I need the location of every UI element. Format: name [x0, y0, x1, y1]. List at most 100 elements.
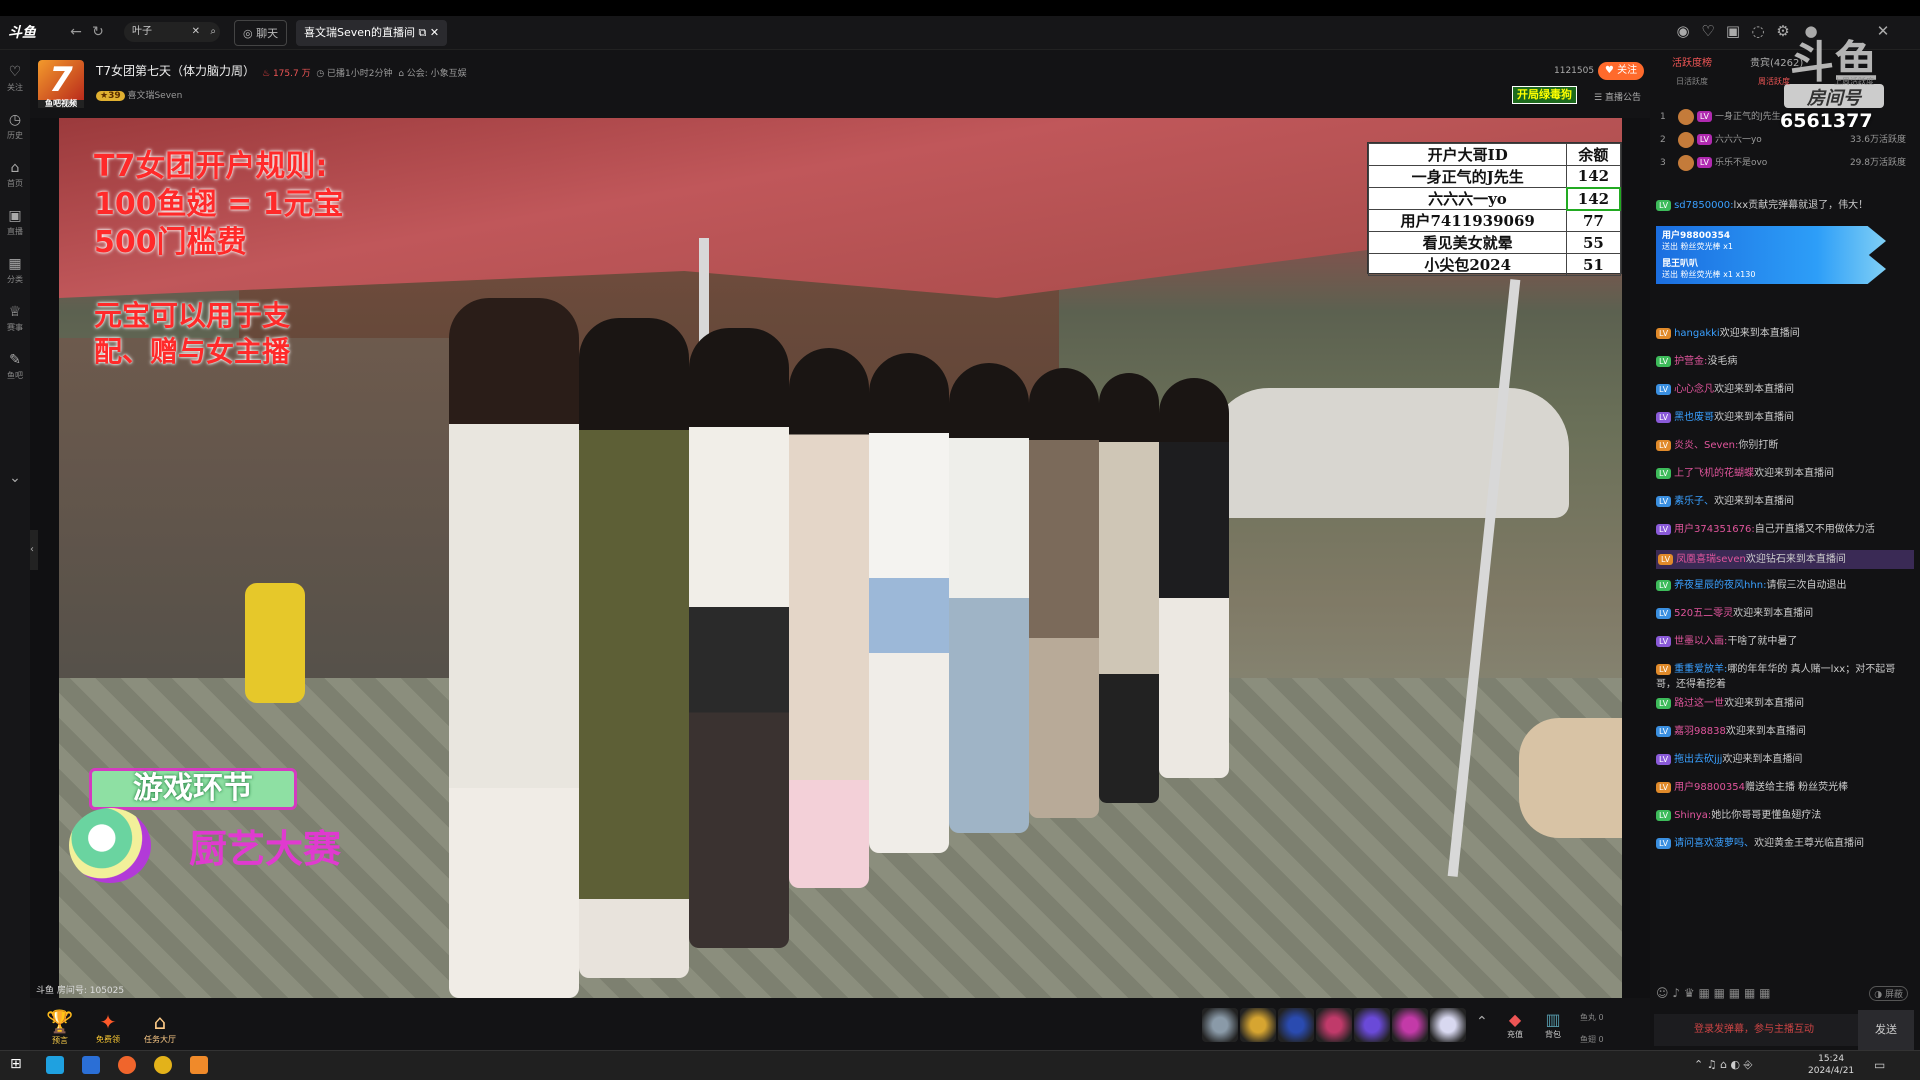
speaker-icon[interactable]: ♪: [1672, 986, 1680, 1000]
chat-input[interactable]: 登录发弹幕，参与主播互动: [1654, 1014, 1858, 1046]
message-icon[interactable]: ◌: [1747, 20, 1769, 42]
announcement-link[interactable]: ☰ 直播公告: [1594, 90, 1641, 103]
search-input[interactable]: 叶子 ✕ ⌕: [124, 22, 220, 42]
collapse-icon[interactable]: ⌄: [2, 470, 28, 506]
room-avatar[interactable]: 7 鱼吧视频: [38, 60, 84, 108]
chat-nick[interactable]: 心心念凡: [1674, 384, 1714, 395]
chat-message[interactable]: LV 养夜星辰的夜风hhn:请假三次自动退出: [1656, 578, 1914, 593]
gift-banner[interactable]: 昆王叭叭 送出 粉丝荧光棒 x1 x130: [1656, 254, 1886, 284]
search-icon[interactable]: ⌕: [210, 22, 216, 42]
tool-icon[interactable]: ▦: [1759, 986, 1770, 1000]
gift-banner[interactable]: 用户98800354 送出 粉丝荧光棒 x1: [1656, 226, 1886, 256]
chat-message[interactable]: LV 炎炎、Seven:你别打断: [1656, 438, 1914, 453]
rail-item[interactable]: ♕ 赛事: [2, 304, 28, 340]
chat-message[interactable]: LV 520五二零灵欢迎来到本直播间: [1656, 606, 1914, 621]
chat-message[interactable]: LV hangakki欢迎来到本直播间: [1656, 326, 1914, 341]
chat-nick[interactable]: sd7850000:: [1674, 200, 1733, 211]
douyu-taskbar-icon[interactable]: [190, 1056, 208, 1074]
edge-icon[interactable]: [46, 1056, 64, 1074]
chat-message[interactable]: LV 世墨以入画:干啥了就中暑了: [1656, 634, 1914, 649]
chat-message[interactable]: LV 拖出去砍jjj欢迎来到本直播间: [1656, 752, 1914, 767]
prophecy-button[interactable]: 🏆 预言: [42, 1010, 78, 1046]
rank-row[interactable]: 1 LV 一身正气的J先生: [1660, 106, 1910, 128]
subtab-week[interactable]: 周活跃度: [1758, 76, 1790, 87]
badge-icon[interactable]: ♛: [1684, 986, 1695, 1000]
rail-item[interactable]: ⌂ 首页: [2, 160, 28, 196]
app-icon[interactable]: [82, 1056, 100, 1074]
chat-nick[interactable]: 请问喜欢菠萝吗、: [1674, 838, 1754, 849]
gift-item-icon[interactable]: [1430, 1008, 1466, 1042]
send-button[interactable]: 发送: [1858, 1010, 1914, 1050]
app-icon[interactable]: [118, 1056, 136, 1074]
rail-item[interactable]: ▣ 直播: [2, 208, 28, 244]
tool-icon[interactable]: ▦: [1744, 986, 1755, 1000]
chat-message[interactable]: LV 凤凰喜瑞seven欢迎钻石来到本直播间: [1656, 550, 1914, 569]
clear-icon[interactable]: ✕: [192, 22, 200, 42]
rail-item[interactable]: ▦ 分类: [2, 256, 28, 292]
chat-message[interactable]: LV sd7850000:lxx贡献完弹幕就退了，伟大！: [1656, 198, 1914, 213]
recharge-button[interactable]: ◆ 充值: [1500, 1010, 1530, 1046]
chat-nick[interactable]: 路过这一世: [1674, 698, 1724, 709]
tool-icon[interactable]: ▦: [1729, 986, 1740, 1000]
chat-message[interactable]: LV 重重爱放羊:哪的年年华的 真人赌一lxx；对不起哥哥，还得着挖着: [1656, 662, 1914, 692]
task-hall-button[interactable]: ⌂ 任务大厅: [138, 1010, 182, 1046]
chat-message[interactable]: LV 上了飞机的花蝴蝶欢迎来到本直播间: [1656, 466, 1914, 481]
chat-nick[interactable]: 凤凰喜瑞seven: [1676, 554, 1746, 565]
chat-nick[interactable]: 用户98800354: [1674, 782, 1745, 793]
gift-item-icon[interactable]: [1392, 1008, 1428, 1042]
tool-icon[interactable]: ▦: [1714, 986, 1725, 1000]
tool-icon[interactable]: ▦: [1698, 986, 1709, 1000]
subtab-lastweek[interactable]: 上周活跃度: [1834, 76, 1874, 87]
windows-start-icon[interactable]: ⊞: [10, 1056, 22, 1072]
follow-button[interactable]: ♥ 关注: [1598, 62, 1644, 80]
calendar-icon[interactable]: ▣: [1722, 20, 1744, 42]
rail-item[interactable]: ◷ 历史: [2, 112, 28, 148]
gift-item-icon[interactable]: [1278, 1008, 1314, 1042]
subtab-day[interactable]: 日活跃度: [1676, 76, 1708, 87]
chat-message[interactable]: LV Shinya:她比你哥哥更懂鱼翅疗法: [1656, 808, 1914, 823]
rank-row[interactable]: 3 LV 乐乐不是ovo 29.8万活跃度: [1660, 152, 1910, 174]
tab-room[interactable]: 喜文瑞Seven的直播间 ⧉ ✕: [296, 20, 448, 46]
free-claim-button[interactable]: ✦ 免费领: [88, 1010, 128, 1046]
tab-chat[interactable]: ◎ 聊天: [234, 20, 288, 46]
chat-message[interactable]: LV 用户98800354赠送给主播 粉丝荧光棒: [1656, 780, 1914, 795]
chat-nick[interactable]: 用户374351676:: [1674, 524, 1755, 535]
clock[interactable]: 15:24 2024/4/21: [1808, 1053, 1854, 1077]
back-icon[interactable]: ←: [66, 22, 86, 42]
chat-nick[interactable]: 护营金:: [1674, 356, 1707, 367]
backpack-button[interactable]: ▥ 背包: [1538, 1010, 1568, 1046]
chat-message[interactable]: LV 护营金:没毛病: [1656, 354, 1914, 369]
anchor-row[interactable]: ★39 喜文瑞Seven: [96, 88, 182, 101]
chat-nick[interactable]: 养夜星辰的夜风hhn:: [1674, 580, 1766, 591]
chat-nick[interactable]: 上了飞机的花蝴蝶: [1674, 468, 1754, 479]
chat-nick[interactable]: 拖出去砍jjj: [1674, 754, 1722, 765]
chat-message[interactable]: LV 嘉羽98838欢迎来到本直播间: [1656, 724, 1914, 739]
heart-icon[interactable]: ♡: [1697, 20, 1719, 42]
chat-nick[interactable]: 素乐子、: [1674, 496, 1714, 507]
gift-item-icon[interactable]: [1316, 1008, 1352, 1042]
app-icon[interactable]: [154, 1056, 172, 1074]
expand-gifts-icon[interactable]: ⌃: [1476, 1014, 1488, 1030]
chat-message[interactable]: LV 路过这一世欢迎来到本直播间: [1656, 696, 1914, 711]
chat-nick[interactable]: 世墨以入画:: [1674, 636, 1727, 647]
refresh-icon[interactable]: ↻: [88, 22, 108, 42]
chat-nick[interactable]: 炎炎、Seven:: [1674, 440, 1738, 451]
chat-nick[interactable]: 重重爱放羊:: [1674, 664, 1727, 675]
chat-nick[interactable]: 520五二零灵: [1674, 608, 1733, 619]
chat-message[interactable]: LV 素乐子、欢迎来到本直播间: [1656, 494, 1914, 509]
tab-activity-rank[interactable]: 活跃度榜: [1672, 54, 1712, 69]
chat-nick[interactable]: 黑也废哥: [1674, 412, 1714, 423]
chat-message[interactable]: LV 心心念凡欢迎来到本直播间: [1656, 382, 1914, 397]
rail-item[interactable]: ♡ 关注: [2, 64, 28, 100]
rank-row[interactable]: 2 LV 六六六一yo 33.6万活跃度: [1660, 129, 1910, 151]
block-toggle[interactable]: ◑ 屏蔽: [1869, 986, 1908, 1001]
douyu-logo[interactable]: 斗鱼: [8, 22, 58, 44]
chat-nick[interactable]: Shinya:: [1674, 810, 1711, 821]
video-player[interactable]: T7女团开户规则: 100鱼翅 = 1元宝 500门槛费 元宝可以用于支 配、赠…: [59, 118, 1622, 998]
chat-message[interactable]: LV 请问喜欢菠萝吗、欢迎黄金王尊光临直播间: [1656, 836, 1914, 851]
tab-vip[interactable]: 贵宾(4262): [1750, 54, 1803, 69]
chat-message[interactable]: LV 用户374351676:自己开直播又不用做体力活: [1656, 522, 1914, 537]
emoji-icon[interactable]: ☺: [1656, 986, 1669, 1000]
gift-item-icon[interactable]: [1354, 1008, 1390, 1042]
gift-item-icon[interactable]: [1240, 1008, 1276, 1042]
